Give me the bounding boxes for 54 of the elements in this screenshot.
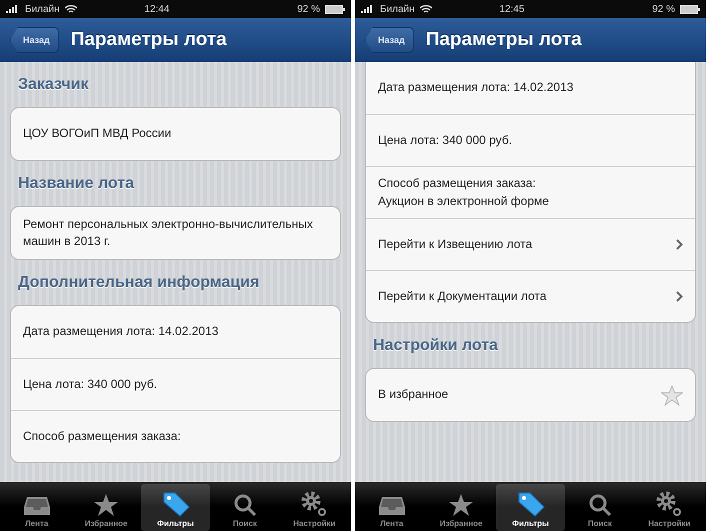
tab[interactable]: Поиск: [210, 484, 280, 531]
battery-icon: [325, 4, 345, 14]
tab[interactable]: Настройки: [634, 484, 704, 531]
wifi-icon: [64, 4, 77, 14]
menu-item[interactable]: Перейти к Документации лота: [366, 270, 695, 322]
battery-icon: [680, 4, 700, 14]
tab[interactable]: Поиск: [565, 484, 635, 531]
back-button[interactable]: Назад: [10, 27, 59, 53]
info-text: Способ размещения заказа: Аукцион в электронной форме: [378, 175, 550, 210]
chevron-icon: [676, 239, 683, 250]
carrier-name: Билайн: [380, 4, 415, 14]
section-title: Дополнительная информация: [17, 273, 260, 293]
clock-time: 12:44: [143, 4, 170, 14]
screen-title: Параметры лота: [70, 29, 227, 51]
section-title: Настройки лота: [372, 336, 499, 356]
tab[interactable]: Лента: [2, 484, 72, 531]
tab[interactable]: Фильтры: [140, 484, 210, 531]
info-text: Цена лота: 340 000 руб.: [378, 132, 514, 149]
option-label: В избранное: [378, 386, 450, 404]
signal-icon: [361, 5, 375, 13]
info-text: Ремонт персональных электронно-вычислительных машин в 2013 г.: [23, 216, 314, 250]
info-text: Цена лота: 340 000 руб.: [23, 376, 158, 393]
wifi-icon: [420, 4, 432, 14]
inbox-icon: [24, 495, 50, 517]
tab[interactable]: Избранное: [71, 484, 141, 531]
tag-icon: [516, 491, 545, 517]
tab[interactable]: Лента: [357, 484, 426, 531]
star-icon: [94, 494, 118, 517]
battery-percent: 92 %: [297, 4, 320, 14]
back-button[interactable]: Назад: [365, 27, 414, 53]
section-title: Название лота: [17, 174, 136, 194]
tab[interactable]: Избранное: [426, 484, 496, 531]
search-icon: [588, 493, 612, 517]
tab[interactable]: Фильтры: [496, 484, 566, 531]
section-title: Заказчик: [17, 75, 90, 95]
signal-icon: [6, 5, 20, 13]
screen-title: Параметры лота: [426, 29, 582, 51]
inbox-icon: [378, 495, 405, 517]
battery-percent: 92 %: [652, 4, 675, 14]
star-icon[interactable]: [661, 384, 683, 406]
info-text: Способ размещения заказа:: [23, 428, 182, 445]
info-text: Дата размещения лота: 14.02.2013: [23, 323, 220, 340]
settings-icon: [656, 491, 682, 517]
carrier-name: Билайн: [25, 4, 60, 14]
clock-time: 12:45: [498, 4, 526, 14]
settings-icon: [301, 491, 328, 517]
info-text: Дата размещения лота: 14.02.2013: [378, 79, 574, 96]
tag-icon: [162, 491, 190, 517]
tab[interactable]: Настройки: [280, 484, 350, 531]
chevron-icon: [676, 291, 683, 302]
search-icon: [232, 493, 257, 517]
menu-item[interactable]: Перейти к Извещению лота: [366, 218, 695, 270]
info-text: ЦОУ ВОГОиП МВД России: [23, 125, 172, 142]
star-icon: [449, 494, 474, 517]
